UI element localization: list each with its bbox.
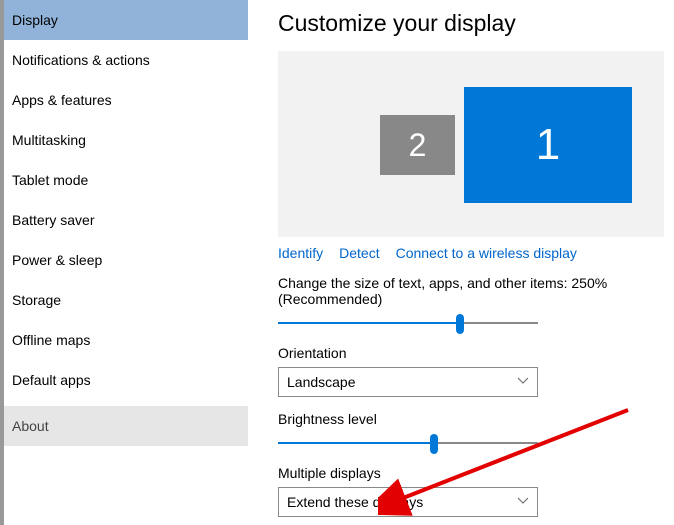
brightness-slider[interactable] bbox=[278, 433, 538, 453]
monitor-1[interactable]: 1 bbox=[464, 87, 632, 203]
chevron-down-icon bbox=[517, 494, 529, 510]
orientation-value: Landscape bbox=[287, 374, 356, 390]
multiple-displays-dropdown[interactable]: Extend these displays bbox=[278, 487, 538, 517]
sidebar-item-battery-saver[interactable]: Battery saver bbox=[4, 200, 248, 240]
sidebar-item-default-apps[interactable]: Default apps bbox=[4, 360, 248, 400]
display-settings-panel: Customize your display 2 1 Identify Dete… bbox=[248, 0, 674, 525]
scaling-slider[interactable] bbox=[278, 313, 538, 333]
page-title: Customize your display bbox=[278, 10, 664, 37]
identify-link[interactable]: Identify bbox=[278, 245, 323, 261]
sidebar-item-apps-features[interactable]: Apps & features bbox=[4, 80, 248, 120]
brightness-label: Brightness level bbox=[278, 411, 664, 427]
sidebar-item-multitasking[interactable]: Multitasking bbox=[4, 120, 248, 160]
detect-link[interactable]: Detect bbox=[339, 245, 379, 261]
sidebar-item-notifications-actions[interactable]: Notifications & actions bbox=[4, 40, 248, 80]
orientation-dropdown[interactable]: Landscape bbox=[278, 367, 538, 397]
sidebar-item-display[interactable]: Display bbox=[4, 0, 248, 40]
sidebar-item-offline-maps[interactable]: Offline maps bbox=[4, 320, 248, 360]
multiple-displays-value: Extend these displays bbox=[287, 494, 423, 510]
slider-thumb[interactable] bbox=[430, 434, 438, 454]
monitor-2[interactable]: 2 bbox=[380, 115, 455, 175]
orientation-label: Orientation bbox=[278, 345, 664, 361]
multiple-displays-label: Multiple displays bbox=[278, 465, 664, 481]
sidebar-item-power-sleep[interactable]: Power & sleep bbox=[4, 240, 248, 280]
slider-thumb[interactable] bbox=[456, 314, 464, 334]
sidebar-item-about[interactable]: About bbox=[4, 406, 248, 446]
monitor-arrangement-area[interactable]: 2 1 bbox=[278, 51, 664, 237]
settings-sidebar: DisplayNotifications & actionsApps & fea… bbox=[0, 0, 248, 525]
connect-wireless-link[interactable]: Connect to a wireless display bbox=[396, 245, 577, 261]
sidebar-item-storage[interactable]: Storage bbox=[4, 280, 248, 320]
sidebar-item-tablet-mode[interactable]: Tablet mode bbox=[4, 160, 248, 200]
scaling-label: Change the size of text, apps, and other… bbox=[278, 275, 664, 307]
chevron-down-icon bbox=[517, 374, 529, 390]
